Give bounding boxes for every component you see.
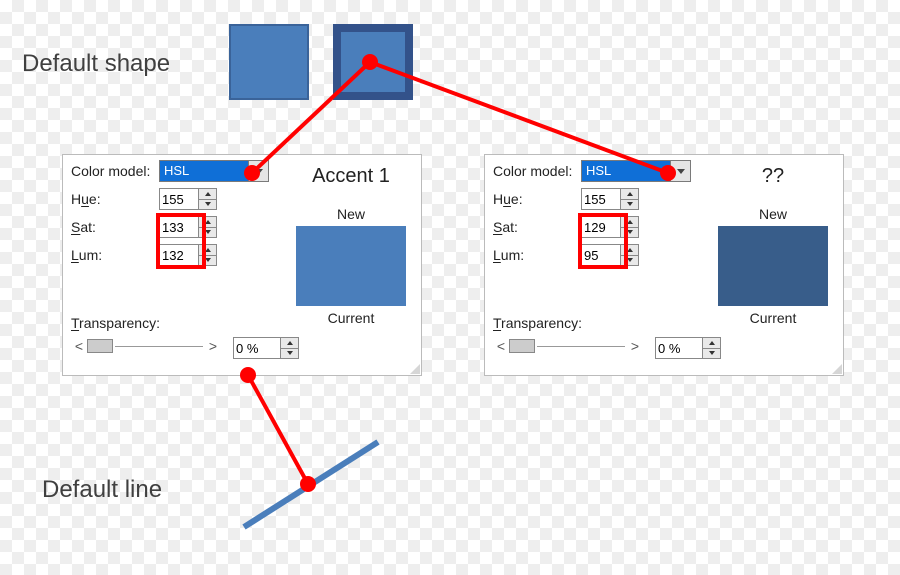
slider-right-cap[interactable]: >: [627, 338, 643, 354]
color-dialog-left: Color model: HSL Hue: Sat: Lum: Transpar…: [62, 154, 422, 376]
default-line-sample: [244, 442, 378, 527]
hue-spinner[interactable]: [581, 188, 639, 210]
slider-left-cap[interactable]: <: [493, 338, 509, 354]
spin-up[interactable]: [281, 337, 299, 349]
color-model-value: HSL: [581, 160, 671, 182]
hue-label: Hue:: [71, 191, 159, 207]
color-model-select[interactable]: HSL: [581, 160, 691, 182]
spin-up[interactable]: [703, 337, 721, 349]
transparency-slider[interactable]: < >: [493, 337, 643, 355]
spin-down[interactable]: [281, 349, 299, 360]
new-color-swatch: [718, 226, 828, 306]
current-label: Current: [713, 310, 833, 326]
new-color-swatch: [296, 226, 406, 306]
dropdown-button[interactable]: [671, 160, 691, 182]
sat-label: Sat:: [493, 219, 581, 235]
slider-thumb[interactable]: [87, 339, 113, 353]
chevron-down-icon: [255, 169, 263, 174]
dropdown-button[interactable]: [249, 160, 269, 182]
transparency-label: Transparency:: [493, 315, 581, 331]
spin-up[interactable]: [621, 188, 639, 200]
preview-title: ??: [713, 165, 833, 188]
preview-title: Accent 1: [291, 165, 411, 188]
transparency-slider[interactable]: < >: [71, 337, 221, 355]
highlight-box-right: [578, 213, 628, 269]
slider-right-cap[interactable]: >: [205, 338, 221, 354]
transparency-input[interactable]: [233, 337, 281, 359]
lum-label: Lum:: [71, 247, 159, 263]
color-model-select[interactable]: HSL: [159, 160, 269, 182]
hue-label: Hue:: [493, 191, 581, 207]
hue-input[interactable]: [159, 188, 199, 210]
spin-down[interactable]: [621, 200, 639, 211]
shape-fill-swatch: [229, 24, 309, 100]
color-model-value: HSL: [159, 160, 249, 182]
hue-input[interactable]: [581, 188, 621, 210]
default-line-label: Default line: [42, 476, 162, 504]
lum-label: Lum:: [493, 247, 581, 263]
spin-down[interactable]: [703, 349, 721, 360]
new-label: New: [291, 206, 411, 222]
sat-label: Sat:: [71, 219, 159, 235]
color-model-label: Color model:: [493, 163, 581, 179]
preview-panel: Accent 1 New Current: [291, 165, 411, 330]
slider-left-cap[interactable]: <: [71, 338, 87, 354]
transparency-spinner[interactable]: [655, 337, 721, 359]
chevron-down-icon: [677, 169, 685, 174]
highlight-box-left: [156, 213, 206, 269]
hue-spinner[interactable]: [159, 188, 217, 210]
new-label: New: [713, 206, 833, 222]
default-shape-label: Default shape: [22, 50, 170, 78]
spin-down[interactable]: [199, 200, 217, 211]
transparency-spinner[interactable]: [233, 337, 299, 359]
transparency-label: Transparency:: [71, 315, 159, 331]
color-dialog-right: Color model: HSL Hue: Sat: Lum: Transpar…: [484, 154, 844, 376]
color-model-label: Color model:: [71, 163, 159, 179]
transparency-input[interactable]: [655, 337, 703, 359]
preview-panel: ?? New Current: [713, 165, 833, 330]
spin-up[interactable]: [199, 188, 217, 200]
shape-outline-swatch: [333, 24, 413, 100]
current-label: Current: [291, 310, 411, 326]
slider-thumb[interactable]: [509, 339, 535, 353]
